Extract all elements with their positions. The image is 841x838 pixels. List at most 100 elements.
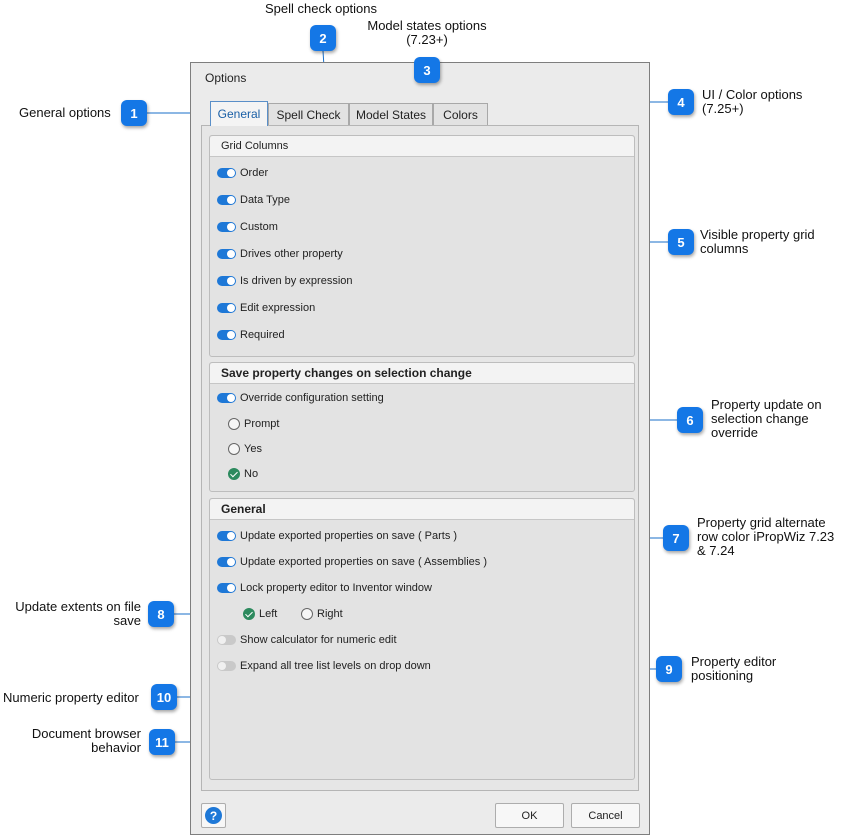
toggle-label: Update exported properties on save ( Ass… xyxy=(240,556,488,568)
callout-badge-10: 10 xyxy=(151,684,177,710)
toggle-label: Custom xyxy=(240,221,278,233)
general-header: General xyxy=(210,499,634,520)
callout-badge-2: 2 xyxy=(310,25,336,51)
radio-button-selected[interactable] xyxy=(228,468,240,480)
toggle-switch[interactable] xyxy=(217,168,236,178)
toggle-switch-off[interactable] xyxy=(217,661,236,671)
callout-label-8: Update extents on file save xyxy=(2,600,141,628)
toggle-drives-other-property[interactable]: Drives other property xyxy=(217,248,343,260)
tab-spell-check[interactable]: Spell Check xyxy=(268,103,349,125)
callout-label-line: (7.25+) xyxy=(702,101,744,116)
callout-badge-9: 9 xyxy=(656,656,682,682)
radio-yes[interactable]: Yes xyxy=(228,443,262,455)
toggle-label: Override configuration setting xyxy=(240,392,384,404)
radio-no[interactable]: No xyxy=(228,468,258,480)
general-tab-panel: Grid Columns Order Data Type Custom Driv… xyxy=(201,125,639,791)
radio-right[interactable]: Right xyxy=(301,608,343,620)
toggle-switch[interactable] xyxy=(217,557,236,567)
toggle-override-configuration[interactable]: Override configuration setting xyxy=(217,392,384,404)
callout-badge-6: 6 xyxy=(677,407,703,433)
help-icon: ? xyxy=(205,807,222,824)
callout-badge-4: 4 xyxy=(668,89,694,115)
cancel-button[interactable]: Cancel xyxy=(571,803,640,828)
toggle-custom[interactable]: Custom xyxy=(217,221,278,233)
toggle-switch[interactable] xyxy=(217,249,236,259)
radio-label: No xyxy=(244,468,259,480)
toggle-switch[interactable] xyxy=(217,583,236,593)
help-button[interactable]: ? xyxy=(201,803,226,828)
callout-badge-7: 7 xyxy=(663,525,689,551)
radio-label: Yes xyxy=(244,443,262,455)
callout-label-1: General options xyxy=(19,105,111,120)
dialog-title: Options xyxy=(205,71,247,85)
callout-badge-5: 5 xyxy=(668,229,694,255)
radio-left[interactable]: Left xyxy=(243,608,277,620)
toggle-switch[interactable] xyxy=(217,303,236,313)
save-changes-group: Save property changes on selection chang… xyxy=(209,362,635,492)
callout-badge-3: 3 xyxy=(414,57,440,83)
callout-label-3: Model states options (7.23+) xyxy=(362,19,492,47)
callout-label-6: Property update on selection change over… xyxy=(711,398,822,440)
toggle-label: Order xyxy=(240,167,269,179)
toggle-data-type[interactable]: Data Type xyxy=(217,194,290,206)
callout-label-line: selection change xyxy=(711,411,809,426)
callout-label-line: Document browser xyxy=(31,726,141,741)
toggle-label: Edit expression xyxy=(240,302,316,314)
toggle-switch[interactable] xyxy=(217,531,236,541)
callout-badge-8: 8 xyxy=(148,601,174,627)
callout-label-line: & 7.24 xyxy=(697,543,735,558)
callout-label-11: Document browser behavior xyxy=(2,727,141,755)
toggle-switch-off[interactable] xyxy=(217,635,236,645)
tab-general[interactable]: General xyxy=(210,101,268,126)
radio-button[interactable] xyxy=(228,418,240,430)
callout-label-4: UI / Color options (7.25+) xyxy=(702,88,802,116)
callout-label-line: behavior xyxy=(91,740,141,755)
callout-label-7: Property grid alternate row color iPropW… xyxy=(697,516,834,558)
callout-label-line: Visible property grid xyxy=(700,227,815,242)
radio-button[interactable] xyxy=(228,443,240,455)
toggle-label: Lock property editor to Inventor window xyxy=(240,582,432,594)
radio-label: Prompt xyxy=(244,418,280,430)
callout-label-line: Property editor xyxy=(691,654,777,669)
toggle-switch[interactable] xyxy=(217,393,236,403)
callout-label-line: row color iPropWiz 7.23 xyxy=(697,529,835,544)
toggle-label: Update exported properties on save ( Par… xyxy=(240,530,458,542)
toggle-expand-tree[interactable]: Expand all tree list levels on drop down xyxy=(217,660,431,672)
toggle-lock-editor[interactable]: Lock property editor to Inventor window xyxy=(217,582,432,594)
callout-label-line: columns xyxy=(700,241,749,256)
callout-label-10: Numeric property editor xyxy=(3,690,139,705)
callout-label-line: Property update on xyxy=(711,397,822,412)
toggle-edit-expression[interactable]: Edit expression xyxy=(217,302,315,314)
tab-colors[interactable]: Colors xyxy=(433,103,488,125)
toggle-switch[interactable] xyxy=(217,330,236,340)
radio-button[interactable] xyxy=(301,608,313,620)
callout-label-line: Property grid alternate xyxy=(697,515,826,530)
toggle-label: Required xyxy=(240,329,285,341)
grid-columns-header: Grid Columns xyxy=(210,136,634,157)
grid-columns-group: Grid Columns Order Data Type Custom Driv… xyxy=(209,135,635,357)
toggle-order[interactable]: Order xyxy=(217,167,268,179)
toggle-is-driven-by-expression[interactable]: Is driven by expression xyxy=(217,275,353,287)
radio-label: Right xyxy=(317,608,343,620)
toggle-switch[interactable] xyxy=(217,195,236,205)
callout-label-2: Spell check options xyxy=(265,1,378,16)
tab-model-states[interactable]: Model States xyxy=(349,103,433,125)
callout-label-line: positioning xyxy=(691,668,754,683)
toggle-update-assemblies[interactable]: Update exported properties on save ( Ass… xyxy=(217,556,487,568)
callout-label-line: (7.23+) xyxy=(406,32,448,47)
callout-label-5: Visible property grid columns xyxy=(700,228,815,256)
callout-badge-11: 11 xyxy=(149,729,175,755)
radio-label: Left xyxy=(259,608,278,620)
toggle-switch[interactable] xyxy=(217,222,236,232)
toggle-switch[interactable] xyxy=(217,276,236,286)
options-dialog: Options General Spell Check Model States… xyxy=(190,62,650,835)
callout-label-line: UI / Color options xyxy=(702,87,803,102)
radio-prompt[interactable]: Prompt xyxy=(228,418,279,430)
general-group: General Update exported properties on sa… xyxy=(209,498,635,780)
toggle-label: Is driven by expression xyxy=(240,275,353,287)
ok-button[interactable]: OK xyxy=(495,803,564,828)
toggle-required[interactable]: Required xyxy=(217,329,285,341)
radio-button-selected[interactable] xyxy=(243,608,255,620)
toggle-update-parts[interactable]: Update exported properties on save ( Par… xyxy=(217,530,457,542)
toggle-show-calculator[interactable]: Show calculator for numeric edit xyxy=(217,634,397,646)
